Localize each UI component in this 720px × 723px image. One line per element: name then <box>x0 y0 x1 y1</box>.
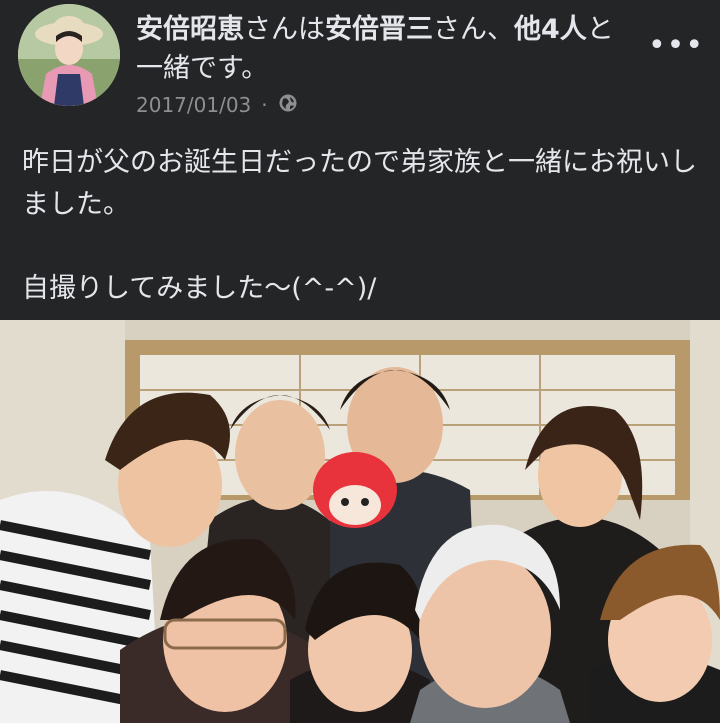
more-options-button[interactable]: ••• <box>648 28 703 63</box>
tagged-person[interactable]: 安倍晋三 <box>325 14 433 45</box>
tagged-others-link[interactable]: 他4人 <box>514 14 587 45</box>
author-connector: さんは <box>244 14 325 45</box>
post-date[interactable]: 2017/01/03 <box>136 93 251 117</box>
more-horizontal-icon: ••• <box>647 27 705 63</box>
tagged-connector: さん、 <box>433 14 514 45</box>
post-header: 安倍昭恵さんは安倍晋三さん、他4人と一緒です。 2017/01/03 · ••• <box>0 0 720 125</box>
globe-icon <box>278 93 298 118</box>
post-author-line: 安倍昭恵さんは安倍晋三さん、他4人と一緒です。 <box>136 10 616 88</box>
post-photo[interactable] <box>0 320 720 723</box>
author-name[interactable]: 安倍昭恵 <box>136 14 244 45</box>
post-meta: 2017/01/03 · <box>136 90 298 120</box>
post-text: 昨日が父のお誕生日だったので弟家族と一緒にお祝いしました。 自撮りしてみました〜… <box>22 147 697 304</box>
author-avatar[interactable] <box>18 4 120 106</box>
meta-separator: · <box>261 93 268 117</box>
